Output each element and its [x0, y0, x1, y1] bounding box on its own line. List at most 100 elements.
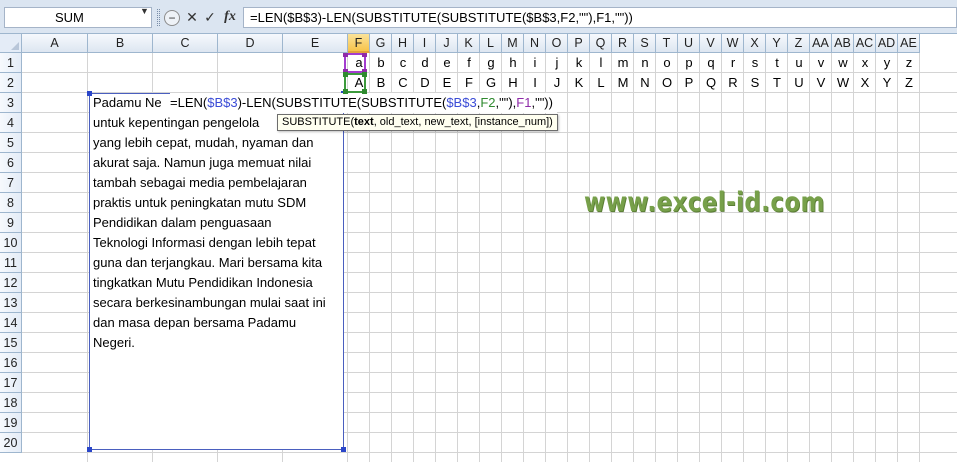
column-header-d[interactable]: D: [218, 34, 283, 53]
column-header-aa[interactable]: AA: [810, 34, 832, 53]
cell-row2-o[interactable]: J: [546, 73, 568, 93]
cell-row1-g[interactable]: b: [370, 53, 392, 73]
column-header-q[interactable]: Q: [590, 34, 612, 53]
row-header-20[interactable]: 20: [0, 433, 22, 453]
column-header-s[interactable]: S: [634, 34, 656, 53]
row-header-15[interactable]: 15: [0, 333, 22, 353]
insert-function-icon[interactable]: fx: [221, 8, 239, 26]
column-header-p[interactable]: P: [568, 34, 590, 53]
row-header-10[interactable]: 10: [0, 233, 22, 253]
formula-input[interactable]: =LEN($B$3)-LEN(SUBSTITUTE(SUBSTITUTE($B$…: [243, 7, 957, 28]
cell-row1-ad[interactable]: y: [876, 53, 898, 73]
cell-row2-t[interactable]: O: [656, 73, 678, 93]
row-header-18[interactable]: 18: [0, 393, 22, 413]
row-header-2[interactable]: 2: [0, 73, 22, 93]
column-header-t[interactable]: T: [656, 34, 678, 53]
cell-row2-j[interactable]: E: [436, 73, 458, 93]
row-header-17[interactable]: 17: [0, 373, 22, 393]
cell-row2-y[interactable]: T: [766, 73, 788, 93]
column-header-y[interactable]: Y: [766, 34, 788, 53]
column-header-ab[interactable]: AB: [832, 34, 854, 53]
column-header-o[interactable]: O: [546, 34, 568, 53]
column-header-ad[interactable]: AD: [876, 34, 898, 53]
cell-row2-ac[interactable]: X: [854, 73, 876, 93]
column-header-f[interactable]: F: [348, 34, 370, 53]
cell-row2-p[interactable]: K: [568, 73, 590, 93]
cell-row2-g[interactable]: B: [370, 73, 392, 93]
row-header-14[interactable]: 14: [0, 313, 22, 333]
cell-row1-x[interactable]: s: [744, 53, 766, 73]
row-header-19[interactable]: 19: [0, 413, 22, 433]
tooltip-arg-text[interactable]: text: [354, 116, 374, 128]
column-header-x[interactable]: X: [744, 34, 766, 53]
cell-row2-ab[interactable]: W: [832, 73, 854, 93]
row-header-4[interactable]: 4: [0, 113, 22, 133]
select-all-button[interactable]: [0, 34, 22, 53]
cell-row1-ab[interactable]: w: [832, 53, 854, 73]
cell-row1-j[interactable]: e: [436, 53, 458, 73]
row-header-9[interactable]: 9: [0, 213, 22, 233]
column-header-v[interactable]: V: [700, 34, 722, 53]
column-header-r[interactable]: R: [612, 34, 634, 53]
column-header-ae[interactable]: AE: [898, 34, 920, 53]
cell-area[interactable]: Padamu Ne untuk kepentingan pengelola yang…: [22, 53, 957, 462]
cell-row1-n[interactable]: i: [524, 53, 546, 73]
cell-row2-l[interactable]: G: [480, 73, 502, 93]
cell-row1-m[interactable]: h: [502, 53, 524, 73]
cell-row1-w[interactable]: r: [722, 53, 744, 73]
column-header-ac[interactable]: AC: [854, 34, 876, 53]
cell-row2-q[interactable]: L: [590, 73, 612, 93]
cell-row1-k[interactable]: f: [458, 53, 480, 73]
cell-row1-ae[interactable]: z: [898, 53, 920, 73]
column-header-n[interactable]: N: [524, 34, 546, 53]
circle-cancel-icon[interactable]: −: [163, 8, 181, 26]
cell-row1-v[interactable]: q: [700, 53, 722, 73]
cell-row1-o[interactable]: j: [546, 53, 568, 73]
resize-handle[interactable]: [341, 447, 346, 452]
cell-row2-z[interactable]: U: [788, 73, 810, 93]
cell-row2-h[interactable]: C: [392, 73, 414, 93]
cell-row2-w[interactable]: R: [722, 73, 744, 93]
cell-row2-k[interactable]: F: [458, 73, 480, 93]
column-header-c[interactable]: C: [153, 34, 218, 53]
column-header-l[interactable]: L: [480, 34, 502, 53]
row-header-13[interactable]: 13: [0, 293, 22, 313]
enter-check-icon[interactable]: ✓: [201, 8, 219, 26]
cell-row2-ae[interactable]: Z: [898, 73, 920, 93]
cell-row1-ac[interactable]: x: [854, 53, 876, 73]
row-header-6[interactable]: 6: [0, 153, 22, 173]
cell-row1-y[interactable]: t: [766, 53, 788, 73]
row-header-12[interactable]: 12: [0, 273, 22, 293]
cell-row1-q[interactable]: l: [590, 53, 612, 73]
column-header-m[interactable]: M: [502, 34, 524, 53]
row-header-8[interactable]: 8: [0, 193, 22, 213]
cancel-x-icon[interactable]: ✕: [183, 8, 201, 26]
column-header-e[interactable]: E: [283, 34, 348, 53]
row-header-3[interactable]: 3: [0, 93, 22, 113]
cell-row1-z[interactable]: u: [788, 53, 810, 73]
column-header-a[interactable]: A: [22, 34, 88, 53]
cell-row2-ad[interactable]: Y: [876, 73, 898, 93]
cell-row1-h[interactable]: c: [392, 53, 414, 73]
cell-row2-s[interactable]: N: [634, 73, 656, 93]
column-header-g[interactable]: G: [370, 34, 392, 53]
in-cell-formula-editor[interactable]: =LEN($B$3)-LEN(SUBSTITUTE(SUBSTITUTE($B$…: [170, 93, 557, 113]
row-header-16[interactable]: 16: [0, 353, 22, 373]
name-box[interactable]: SUM: [4, 7, 152, 28]
column-header-j[interactable]: J: [436, 34, 458, 53]
row-header-7[interactable]: 7: [0, 173, 22, 193]
cell-row2-f[interactable]: A: [348, 73, 370, 93]
cell-row1-r[interactable]: m: [612, 53, 634, 73]
cell-row1-t[interactable]: o: [656, 53, 678, 73]
cell-row2-x[interactable]: S: [744, 73, 766, 93]
column-header-u[interactable]: U: [678, 34, 700, 53]
cell-row2-r[interactable]: M: [612, 73, 634, 93]
cell-row1-i[interactable]: d: [414, 53, 436, 73]
cell-row1-aa[interactable]: v: [810, 53, 832, 73]
cell-row2-i[interactable]: D: [414, 73, 436, 93]
cell-row1-u[interactable]: p: [678, 53, 700, 73]
function-tooltip[interactable]: SUBSTITUTE(text, old_text, new_text, [in…: [277, 114, 558, 131]
cell-row1-p[interactable]: k: [568, 53, 590, 73]
cell-row2-aa[interactable]: V: [810, 73, 832, 93]
cell-row2-u[interactable]: P: [678, 73, 700, 93]
